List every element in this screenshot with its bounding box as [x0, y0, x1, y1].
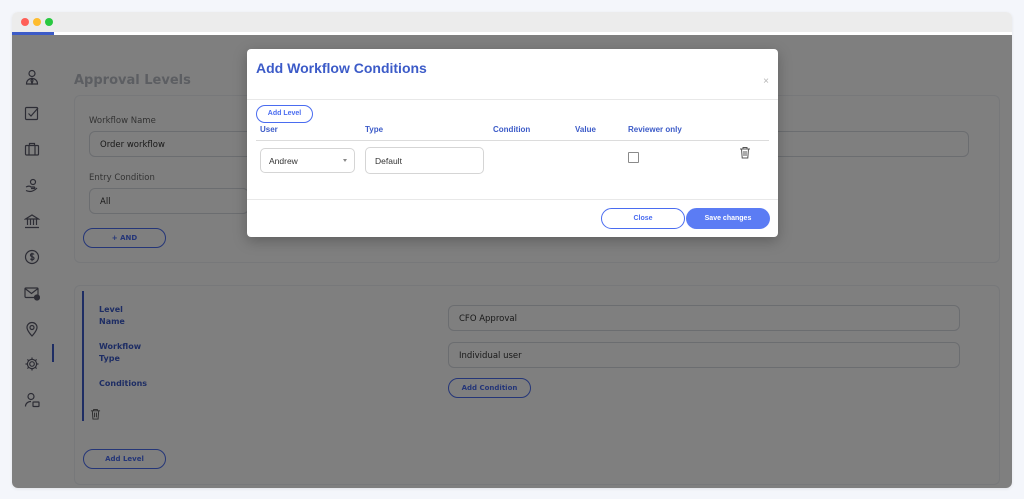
window-close-dot[interactable]	[21, 18, 29, 26]
close-button[interactable]: Close	[601, 208, 685, 229]
column-header-value: Value	[575, 125, 596, 134]
modal-title: Add Workflow Conditions	[256, 60, 427, 76]
save-changes-button[interactable]: Save changes	[686, 208, 770, 229]
column-header-user: User	[260, 125, 278, 134]
user-select[interactable]: Andrew	[260, 148, 355, 173]
type-input[interactable]: Default	[365, 147, 484, 174]
table-header-divider	[256, 140, 769, 141]
window-minimize-dot[interactable]	[33, 18, 41, 26]
delete-row-icon[interactable]	[739, 146, 751, 159]
user-select-value: Andrew	[269, 156, 298, 166]
reviewer-only-checkbox[interactable]	[628, 152, 639, 163]
column-header-condition: Condition	[493, 125, 531, 134]
add-workflow-conditions-modal: Add Workflow Conditions × Add Level User…	[247, 49, 778, 237]
chevron-down-icon	[343, 159, 347, 162]
modal-header-divider	[247, 99, 778, 100]
modal-footer-divider	[247, 199, 778, 200]
close-icon[interactable]: ×	[763, 76, 769, 87]
column-header-type: Type	[365, 125, 384, 134]
modal-add-level-button[interactable]: Add Level	[256, 105, 313, 123]
window-titlebar	[12, 12, 1012, 32]
window-maximize-dot[interactable]	[45, 18, 53, 26]
column-header-reviewer-only: Reviewer only	[628, 125, 682, 134]
